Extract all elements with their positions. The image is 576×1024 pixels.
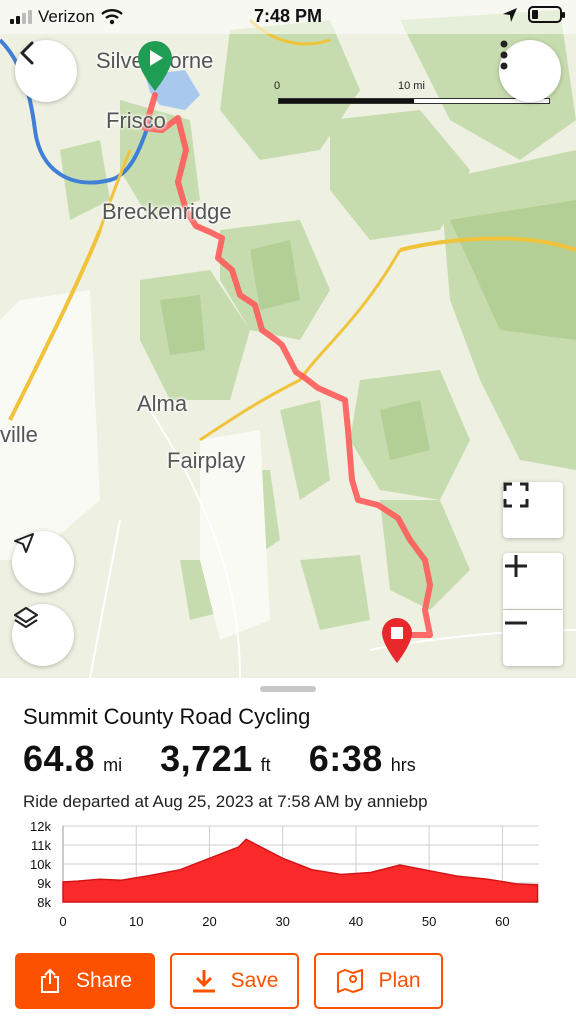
elevation-area	[62, 838, 539, 903]
town-label: Breckenridge	[102, 199, 232, 224]
locate-button[interactable]	[12, 531, 74, 593]
elevation-stat: 3,721 ft	[160, 738, 271, 780]
route-stats: 64.8 mi 3,721 ft 6:38 hrs	[23, 738, 454, 780]
share-label: Share	[75, 969, 133, 992]
scale-line	[278, 98, 550, 104]
y-tick-label: 12k	[30, 819, 51, 834]
fullscreen-icon	[503, 482, 529, 508]
app-screen: Silverthorne Frisco Breckenridge Alma Fa…	[0, 0, 576, 1024]
town-label: ville	[0, 422, 38, 447]
zoom-out-button[interactable]	[503, 610, 563, 666]
location-arrow-icon	[503, 7, 517, 22]
elevation-chart[interactable]: 12k 11k 10k 9k 8k 0 10 20 30 40 50 60	[0, 818, 576, 948]
chevron-left-icon	[20, 41, 34, 65]
plan-button[interactable]: Plan	[314, 953, 443, 1009]
status-bar: Verizon 7:48 PM	[0, 0, 576, 34]
action-bar: Share Save Plan	[15, 953, 443, 1009]
elevation-value: 3,721	[160, 738, 253, 779]
zoom-in-button[interactable]	[503, 553, 563, 609]
battery-icon	[528, 6, 565, 23]
scale-start-label: 0	[274, 80, 281, 92]
clock: 7:48 PM	[253, 6, 323, 26]
distance-unit: mi	[103, 755, 123, 775]
end-marker-icon[interactable]	[380, 616, 414, 664]
download-icon	[192, 970, 215, 993]
fullscreen-button[interactable]	[503, 482, 563, 538]
back-button[interactable]	[15, 40, 77, 102]
x-tick-label: 0	[59, 914, 66, 929]
start-marker-icon[interactable]	[136, 40, 174, 92]
x-tick-label: 40	[349, 914, 363, 929]
share-button[interactable]: Share	[15, 953, 155, 1009]
minus-icon	[505, 621, 527, 625]
time-unit: hrs	[390, 755, 416, 775]
distance-value: 64.8	[23, 738, 96, 779]
y-tick-label: 8k	[37, 895, 51, 910]
x-tick-label: 20	[202, 914, 216, 929]
town-label: Fairplay	[167, 448, 246, 473]
sheet-grabber[interactable]	[260, 686, 316, 692]
distance-stat: 64.8 mi	[23, 738, 122, 780]
save-label: Save	[230, 969, 279, 992]
layers-icon	[13, 606, 39, 629]
x-tick-label: 60	[495, 914, 509, 929]
route-details-panel: Summit County Road Cycling 64.8 mi 3,721…	[0, 678, 576, 1024]
town-label: Frisco	[106, 108, 166, 133]
x-tick-label: 50	[422, 914, 436, 929]
departure-info: Ride departed at Aug 25, 2023 at 7:58 AM…	[23, 792, 428, 811]
x-tick-label: 30	[275, 914, 289, 929]
plus-icon	[505, 555, 527, 577]
x-tick-label: 10	[129, 914, 143, 929]
more-options-button[interactable]	[499, 40, 561, 102]
y-tick-label: 9k	[37, 876, 51, 891]
status-indicators	[502, 6, 565, 23]
time-value: 6:38	[308, 738, 383, 779]
y-tick-label: 11k	[31, 838, 51, 853]
y-tick-label: 10k	[30, 857, 51, 872]
elevation-unit: ft	[260, 755, 271, 775]
time-stat: 6:38 hrs	[309, 738, 416, 780]
navigation-arrow-icon	[14, 533, 34, 553]
route-map[interactable]: Silverthorne Frisco Breckenridge Alma Fa…	[0, 0, 576, 678]
map-pin-icon	[337, 969, 364, 993]
share-icon	[40, 968, 59, 993]
layers-button[interactable]	[12, 604, 74, 666]
scale-mid-label: 10 mi	[398, 80, 425, 92]
route-title: Summit County Road Cycling	[23, 704, 311, 729]
more-vertical-icon	[500, 40, 508, 70]
plan-label: Plan	[378, 969, 421, 992]
town-label: Alma	[137, 391, 188, 416]
save-button[interactable]: Save	[170, 953, 299, 1009]
